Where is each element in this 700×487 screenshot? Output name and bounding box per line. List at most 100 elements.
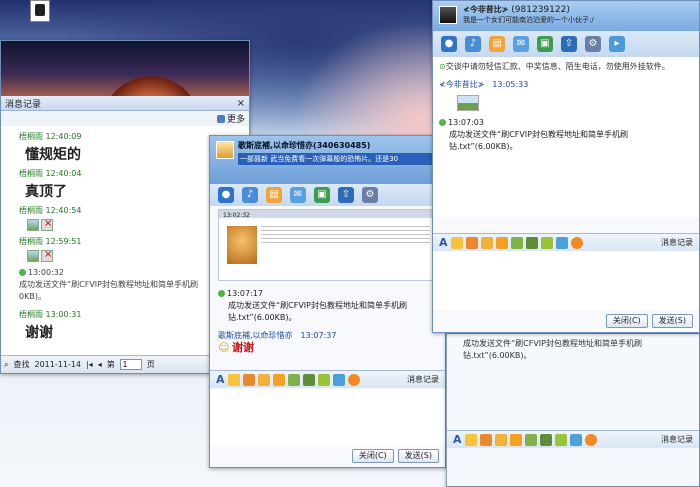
screenshot-icon[interactable] <box>539 433 552 446</box>
chat-messages: ⊙交谈中请勿轻信汇款、中奖信息、陌生电话，勿使用外挂软件。 ≮今非昔比≯ 13:… <box>433 57 699 217</box>
settings-icon[interactable]: ⚙ <box>362 187 378 203</box>
money-icon[interactable] <box>347 373 360 386</box>
font-icon[interactable]: A <box>453 433 462 446</box>
first-page-icon[interactable]: |◂ <box>86 360 93 369</box>
music-icon[interactable] <box>332 373 345 386</box>
send-controls: 关闭(C) 发送(S) <box>351 449 439 463</box>
system-message: 13:07:17 <box>218 288 437 300</box>
font-icon[interactable]: A <box>216 373 225 386</box>
more-apps-icon[interactable]: ▸ <box>609 36 625 52</box>
chat-window-background: 成功发送文件“刷CFVIP封包教程地址和简单手机刷 钻.txt”(6.00KB)。… <box>446 333 700 487</box>
magic-icon[interactable] <box>465 236 478 249</box>
close-button[interactable]: 关闭(C) <box>351 449 394 463</box>
info-icon: ⊙ <box>439 62 446 71</box>
prev-page-icon[interactable]: ◂ <box>98 360 102 369</box>
contact-qq: (981239122) <box>511 5 570 15</box>
send-button[interactable]: 发送(S) <box>397 449 439 463</box>
gift-icon[interactable] <box>480 236 493 249</box>
history-text: 谢谢 <box>25 325 53 341</box>
history-entry: 梧桐雨 12:40:09 <box>19 132 82 141</box>
chat-title-bar: ≮今非昔比≯ (981239122) 我是一个女们可能南泊泊爱的一个小伙子:/ <box>433 1 699 31</box>
app-icon[interactable]: ▣ <box>314 187 330 203</box>
music-icon[interactable] <box>569 433 582 446</box>
format-toolbar: A 消息记录 <box>447 430 699 448</box>
font-icon[interactable]: A <box>439 236 448 249</box>
security-warning: ⊙交谈中请勿轻信汇款、中奖信息、陌生电话，勿使用外挂软件。 <box>439 62 670 71</box>
page-input[interactable] <box>119 359 142 370</box>
share-icon[interactable]: ⇧ <box>561 36 577 52</box>
image-icon[interactable] <box>524 433 537 446</box>
message-input[interactable] <box>210 390 445 445</box>
money-icon[interactable] <box>584 433 597 446</box>
emoji-icon[interactable] <box>464 433 477 446</box>
screenshot-preview[interactable]: 13:02:32 <box>218 209 437 281</box>
history-title-bar: 消息记录 × <box>1 96 249 111</box>
app-icon[interactable]: ▣ <box>537 36 553 52</box>
history-button[interactable]: 消息记录 <box>661 434 693 445</box>
money-icon[interactable] <box>570 236 583 249</box>
send-button[interactable]: 发送(S) <box>651 314 693 328</box>
message-icon[interactable]: ✉ <box>290 187 306 203</box>
format-toolbar: A 消息记录 <box>433 233 699 251</box>
image-icon[interactable] <box>510 236 523 249</box>
history-button[interactable]: 消息记录 <box>661 237 693 248</box>
file-icon[interactable]: ▤ <box>266 187 282 203</box>
avatar[interactable] <box>216 141 234 159</box>
close-icon[interactable]: × <box>237 98 245 109</box>
chat-messages: 13:07:17 成功发送文件“刷CFVIP封包教程地址和简单手机刷 钻.txt”… <box>210 284 445 359</box>
message-input[interactable] <box>433 251 699 310</box>
more-button[interactable]: 更多 <box>227 112 245 125</box>
shake-icon[interactable] <box>495 236 508 249</box>
system-message-text: 成功发送文件“刷CFVIP封包教程地址和简单手机刷 钻.txt”(6.00KB)。 <box>228 301 407 322</box>
history-toolbar: 更多 <box>1 111 249 126</box>
doodle-icon[interactable] <box>554 433 567 446</box>
find-button[interactable]: 查找 <box>13 359 29 370</box>
contact-name: ≮今非昔比≯ <box>463 5 509 14</box>
date-label[interactable]: 2011-11-14 <box>34 360 81 369</box>
voice-icon[interactable]: ♪ <box>465 36 481 52</box>
history-text: 真顶了 <box>25 184 67 200</box>
emoji-icon[interactable] <box>227 373 240 386</box>
desktop-shortcut-icon[interactable] <box>30 0 50 22</box>
image-thumb[interactable] <box>27 250 39 262</box>
system-message: 13:00:32 成功发送文件“刷CFVIP封包教程地址和简单手机刷 0KB)。 <box>19 268 198 301</box>
image-message[interactable] <box>457 95 479 111</box>
image-thumbnails <box>27 249 231 262</box>
avatar[interactable] <box>439 6 457 24</box>
history-button[interactable]: 消息记录 <box>407 374 439 385</box>
chat-toolbar: ● ♪ ▤ ✉ ▣ ⇧ ⚙ ▸ <box>433 31 699 57</box>
voice-icon[interactable]: ♪ <box>242 187 258 203</box>
close-button[interactable]: 关闭(C) <box>605 314 648 328</box>
doodle-icon[interactable] <box>540 236 553 249</box>
gift-icon[interactable] <box>494 433 507 446</box>
video-icon[interactable]: ● <box>441 36 457 52</box>
broken-image-icon <box>41 218 53 231</box>
broken-image-icon <box>41 249 53 262</box>
share-icon[interactable]: ⇧ <box>338 187 354 203</box>
chat-window-right: ≮今非昔比≯ (981239122) 我是一个女们可能南泊泊爱的一个小伙子:/ … <box>432 0 700 333</box>
system-message: 13:07:03 <box>439 117 693 129</box>
doodle-icon[interactable] <box>317 373 330 386</box>
image-thumb[interactable] <box>27 219 39 231</box>
image-thumbnails <box>27 218 231 231</box>
settings-icon[interactable]: ⚙ <box>585 36 601 52</box>
system-message-text: 成功发送文件“刷CFVIP封包教程地址和简单手机刷 钻.txt”(6.00KB)。 <box>449 130 628 151</box>
status-dot-icon <box>439 119 446 126</box>
shake-icon[interactable] <box>509 433 522 446</box>
emoji-icon[interactable] <box>450 236 463 249</box>
shake-icon[interactable] <box>272 373 285 386</box>
history-text: 懂规矩的 <box>25 147 81 163</box>
gift-icon[interactable] <box>257 373 270 386</box>
video-icon[interactable]: ● <box>218 187 234 203</box>
magic-icon[interactable] <box>479 433 492 446</box>
magic-icon[interactable] <box>242 373 255 386</box>
screenshot-icon[interactable] <box>525 236 538 249</box>
message-icon[interactable]: ✉ <box>513 36 529 52</box>
image-icon[interactable] <box>287 373 300 386</box>
signature-scroll: 一部聂新 武当免费看一次弹幕般的恐怖片。还是30 <box>238 153 439 165</box>
file-icon[interactable]: ▤ <box>489 36 505 52</box>
screenshot-icon[interactable] <box>302 373 315 386</box>
history-entry: 梧桐雨 12:40:54 <box>19 206 82 215</box>
smiley-icon: ☺ <box>218 341 230 354</box>
music-icon[interactable] <box>555 236 568 249</box>
